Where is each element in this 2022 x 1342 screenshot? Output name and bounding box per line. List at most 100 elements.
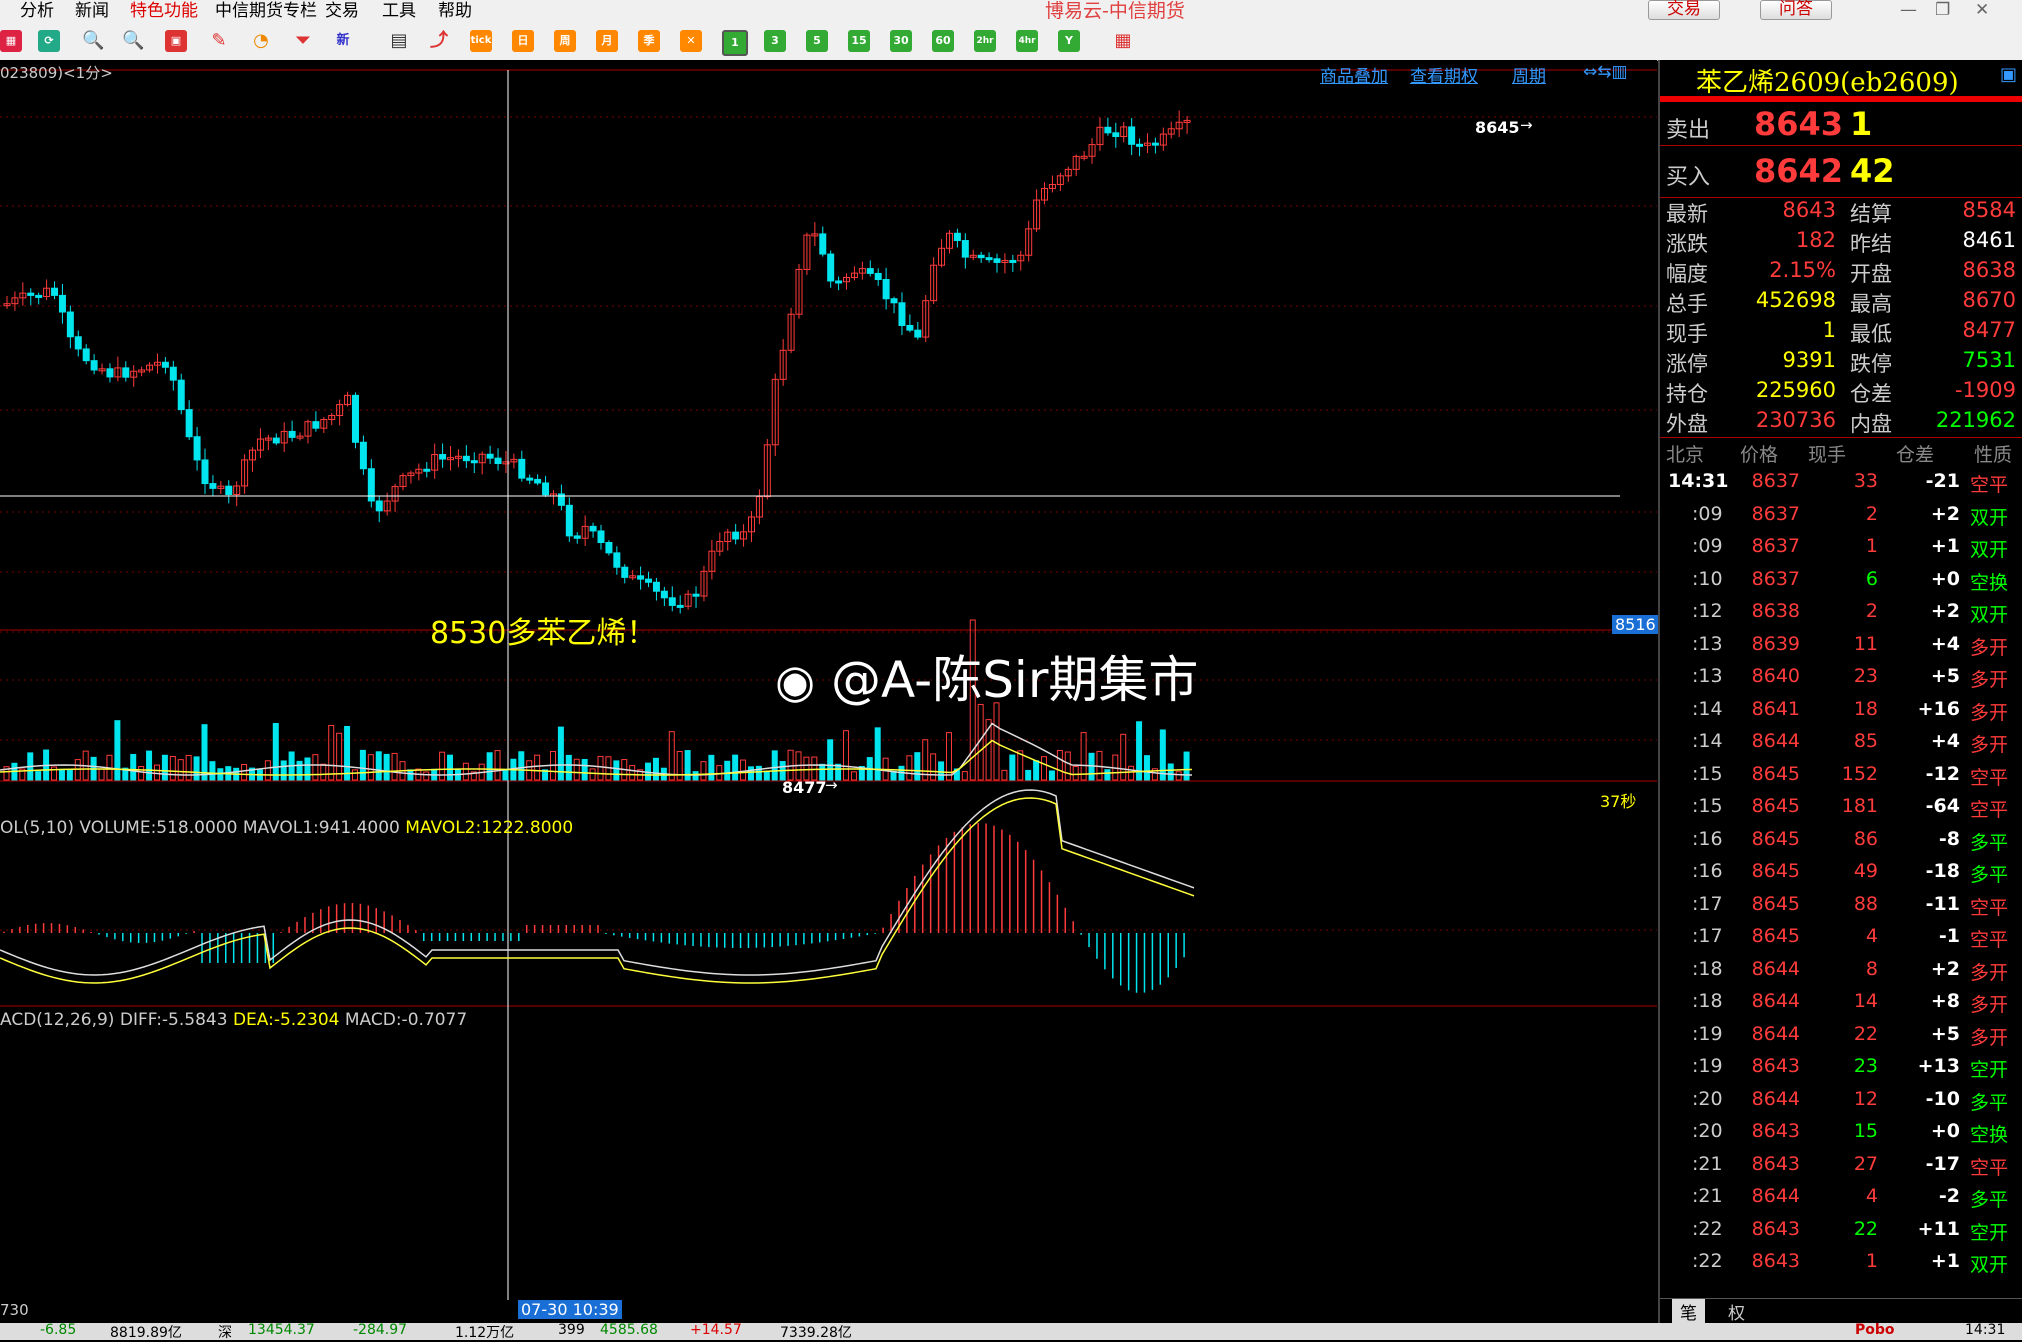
overlay-link[interactable]: 商品叠加 xyxy=(1320,62,1388,87)
menu-news[interactable]: 新闻 xyxy=(75,0,109,21)
week-button[interactable]: 周 xyxy=(554,30,576,52)
chart-pie-icon[interactable]: ◔ xyxy=(250,30,272,52)
candle-body xyxy=(898,302,906,326)
trade-row[interactable]: :21 8643 27 -17 空平 xyxy=(1660,1153,2022,1181)
close-icon[interactable]: ✕ xyxy=(1975,0,1989,20)
expand-icon[interactable]: ▣ xyxy=(2000,64,2017,85)
period-30-button[interactable]: 30 xyxy=(890,30,912,52)
period-link[interactable]: 周期 xyxy=(1512,62,1546,87)
trade-qty: 2 xyxy=(1865,502,1878,525)
trade-button[interactable]: 交易 xyxy=(1648,0,1720,20)
trade-row[interactable]: :18 8644 14 +8 多开 xyxy=(1660,990,2022,1018)
minimize-icon[interactable]: — xyxy=(1900,0,1917,20)
trade-row[interactable]: 14:31 8637 33 -21 空平 xyxy=(1660,470,2022,498)
quote-value2-5: 7531 xyxy=(1962,348,2016,372)
trade-row[interactable]: :09 8637 1 +1 双开 xyxy=(1660,535,2022,563)
trade-time: :13 xyxy=(1692,632,1723,655)
tick-button[interactable]: tick xyxy=(470,30,492,52)
quote-label2-7: 内盘 xyxy=(1850,412,1892,436)
trade-row[interactable]: :15 8645 181 -64 空平 xyxy=(1660,795,2022,823)
calendar-icon[interactable]: ▦ xyxy=(0,30,22,52)
trade-row[interactable]: :21 8644 4 -2 多平 xyxy=(1660,1185,2022,1213)
trade-row[interactable]: :13 8640 23 +5 多开 xyxy=(1660,665,2022,693)
ask-button[interactable]: 问答 xyxy=(1760,0,1832,20)
restore-icon[interactable]: ❐ xyxy=(1935,0,1950,20)
trade-row[interactable]: :13 8639 11 +4 多开 xyxy=(1660,633,2022,661)
trade-row[interactable]: :10 8637 6 +0 空换 xyxy=(1660,568,2022,596)
candle-body xyxy=(652,581,660,592)
status-3: 深 xyxy=(218,1325,232,1341)
period-1-button[interactable]: 1 xyxy=(722,30,748,56)
trade-row[interactable]: :19 8644 22 +5 多开 xyxy=(1660,1023,2022,1051)
period-4hr-button[interactable]: 4hr xyxy=(1016,30,1038,52)
zoom-out-icon[interactable]: 🔍 xyxy=(122,30,144,52)
volume-bar xyxy=(1072,765,1079,781)
candle-body xyxy=(106,368,114,378)
menu-citic-column[interactable]: 中信期货专栏 xyxy=(215,0,317,21)
trade-row[interactable]: :14 8644 85 +4 多开 xyxy=(1660,730,2022,758)
trade-row[interactable]: :20 8643 15 +0 空换 xyxy=(1660,1120,2022,1148)
trade-row[interactable]: :16 8645 49 -18 多平 xyxy=(1660,860,2022,888)
candle-body xyxy=(1009,259,1017,263)
quote-label2-0: 结算 xyxy=(1850,202,1892,226)
quote-value-7: 230736 xyxy=(1755,408,1836,432)
trade-time: :19 xyxy=(1692,1022,1723,1045)
pen-icon[interactable]: ✎ xyxy=(208,30,230,52)
volume-bar xyxy=(193,756,200,781)
period-2hr-button[interactable]: 2hr xyxy=(974,30,996,52)
season-button[interactable]: 季 xyxy=(638,30,660,52)
quote-label2-6: 仓差 xyxy=(1850,382,1892,406)
table-icon[interactable]: ▤ xyxy=(388,30,410,52)
trade-row[interactable]: :16 8645 86 -8 多平 xyxy=(1660,828,2022,856)
trade-time: :21 xyxy=(1692,1185,1723,1207)
month-button[interactable]: 月 xyxy=(596,30,618,52)
options-link[interactable]: 查看期权 xyxy=(1410,62,1478,87)
trade-row[interactable]: :14 8641 18 +16 多开 xyxy=(1660,698,2022,726)
trade-row[interactable]: :09 8637 2 +2 双开 xyxy=(1660,503,2022,531)
volume-bar xyxy=(241,764,248,781)
zoom-in-icon[interactable]: 🔍 xyxy=(82,30,104,52)
period-15-button[interactable]: 15 xyxy=(848,30,870,52)
period-3-button[interactable]: 3 xyxy=(764,30,786,52)
trade-time: :20 xyxy=(1692,1120,1723,1142)
trade-type: 多开 xyxy=(1970,734,2009,756)
trade-qty: 1 xyxy=(1865,535,1878,557)
volume-bar xyxy=(391,752,398,781)
quote-value2-6: -1909 xyxy=(1954,378,2016,402)
trade-row[interactable]: :22 8643 22 +11 空开 xyxy=(1660,1218,2022,1246)
window-icon[interactable]: ▣ xyxy=(165,30,187,52)
volume-bar xyxy=(407,769,414,781)
trade-row[interactable]: :20 8644 12 -10 多平 xyxy=(1660,1088,2022,1116)
volume-bar xyxy=(676,751,683,781)
new-icon[interactable]: 新 xyxy=(332,30,354,52)
period-60-button[interactable]: 60 xyxy=(932,30,954,52)
layout-icon[interactable]: ▦ xyxy=(1112,30,1134,52)
menu-tools[interactable]: 工具 xyxy=(382,0,416,21)
tab-rights[interactable]: 权 xyxy=(1720,1299,1753,1324)
menu-features[interactable]: 特色功能 xyxy=(130,0,198,21)
filter-icon[interactable]: ⏷ xyxy=(292,30,314,52)
trade-row[interactable]: :18 8644 8 +2 多开 xyxy=(1660,958,2022,986)
panel-layout-icons[interactable]: ⇔⇆▥ xyxy=(1583,62,1628,82)
trade-row[interactable]: :17 8645 4 -1 空平 xyxy=(1660,925,2022,953)
menu-analysis[interactable]: 分析 xyxy=(20,0,54,21)
period-5-button[interactable]: 5 xyxy=(806,30,828,52)
candle-body xyxy=(27,292,35,296)
menu-trade[interactable]: 交易 xyxy=(325,0,359,21)
trade-row[interactable]: :15 8645 152 -12 空平 xyxy=(1660,763,2022,791)
trend-icon[interactable]: ⤴ xyxy=(428,30,450,52)
custom-period-button[interactable]: ✕ xyxy=(680,30,702,52)
tab-trades[interactable]: 笔 xyxy=(1672,1299,1705,1324)
trade-row[interactable]: :22 8643 1 +1 双开 xyxy=(1660,1250,2022,1278)
day-button[interactable]: 日 xyxy=(512,30,534,52)
trade-row[interactable]: :12 8638 2 +2 双开 xyxy=(1660,600,2022,628)
quote-value2-2: 8638 xyxy=(1962,258,2016,282)
refresh-icon[interactable]: ⟳ xyxy=(38,30,60,52)
menu-help[interactable]: 帮助 xyxy=(438,0,472,21)
chart-area[interactable]: 023809)<1分> 商品叠加 查看期权 周期 ⇔⇆▥ 8645 → 8477… xyxy=(0,60,1659,1323)
period-year-button[interactable]: Y xyxy=(1058,30,1080,52)
trade-row[interactable]: :17 8645 88 -11 空平 xyxy=(1660,893,2022,921)
trade-price: 8644 xyxy=(1751,730,1800,752)
trade-row[interactable]: :19 8643 23 +13 空开 xyxy=(1660,1055,2022,1083)
candle-body xyxy=(605,542,613,554)
